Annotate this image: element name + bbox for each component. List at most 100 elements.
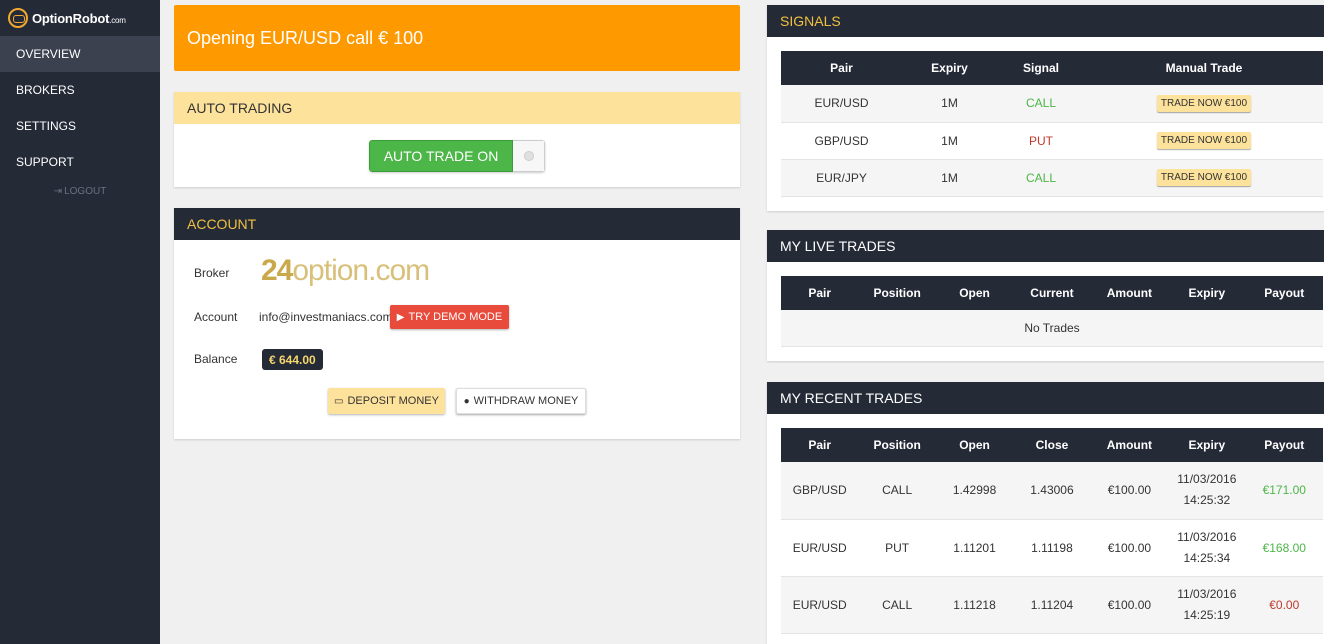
table-row: EUR/USD 1M CALL TRADE NOW €100 — [781, 85, 1323, 123]
deposit-button[interactable]: ▭ DEPOSIT MONEY — [328, 388, 445, 414]
signal-cell: CALL — [997, 159, 1085, 197]
panel-title: AUTO TRADING — [174, 92, 740, 124]
column-header: Current — [1013, 276, 1091, 310]
expiry-cell: 11/03/2016 14:25:34 — [1168, 519, 1246, 577]
sidebar-item-overview[interactable]: OVERVIEW — [0, 36, 160, 72]
trade-now-button[interactable]: TRADE NOW €100 — [1156, 132, 1252, 149]
logout-label: LOGOUT — [64, 186, 107, 197]
open-cell: 1.11218 — [935, 576, 1014, 634]
amount-cell: €100.00 — [1090, 519, 1169, 577]
payout-cell: €168.00 — [1245, 519, 1323, 577]
broker-logo: 24option.com — [261, 254, 430, 287]
amount-cell: €100.00 — [1090, 462, 1169, 520]
withdraw-button[interactable]: ● WITHDRAW MONEY — [456, 388, 586, 414]
table-header-row: Pair Expiry Signal Manual Trade — [781, 51, 1323, 85]
table-row: EUR/USD CALL 1.11218 1.11204 €100.00 11/… — [781, 576, 1323, 634]
expiry-cell: 1M — [902, 85, 997, 123]
toggle-knob — [513, 140, 545, 172]
logout-icon: ⇥ — [53, 186, 63, 197]
close-cell: 1.11204 — [1013, 576, 1091, 634]
amount-cell: €100.00 — [1090, 576, 1169, 634]
sidebar-item-brokers[interactable]: BROKERS — [0, 72, 160, 108]
table-row: No Trades — [781, 310, 1323, 347]
payout-cell: €171.00 — [1245, 462, 1323, 520]
opening-notice: Opening EUR/USD call € 100 — [174, 5, 740, 71]
expiry-cell: 1M — [902, 122, 997, 160]
expiry-cell: 11/03/2016 14:25:19 — [1168, 576, 1246, 634]
payout-cell: €0.00 — [1245, 576, 1323, 634]
close-cell: 1.11198 — [1013, 519, 1091, 577]
table-row: GBP/USD CALL 1.42998 1.43006 €100.00 11/… — [781, 462, 1323, 520]
column-header: Amount — [1090, 276, 1169, 310]
pair-cell: EUR/USD — [781, 519, 859, 577]
sidebar-item-support[interactable]: SUPPORT — [0, 144, 160, 180]
column-header: Pair — [781, 276, 859, 310]
try-demo-button[interactable]: ▶ TRY DEMO MODE — [390, 305, 509, 329]
pair-cell: GBP/USD — [781, 122, 902, 160]
play-icon: ▶ — [396, 311, 405, 323]
signals-table: Pair Expiry Signal Manual Trade EUR/USD … — [781, 51, 1323, 197]
panel-title: MY RECENT TRADES — [767, 382, 1324, 414]
open-cell: 1.42998 — [935, 462, 1014, 520]
column-header: Pair — [781, 51, 902, 85]
app-logo[interactable]: OptionRobot.com — [0, 0, 160, 36]
account-panel: ACCOUNT Broker 24option.com Account info… — [174, 208, 740, 439]
table-row: EUR/USD PUT 1.11201 1.11198 €100.00 11/0… — [781, 519, 1323, 577]
pair-cell: EUR/USD — [781, 85, 902, 123]
logo-text: OptionRobot — [32, 10, 110, 26]
recent-trades-table: Pair Position Open Close Amount Expiry P… — [781, 428, 1323, 634]
column-header: Amount — [1090, 428, 1169, 462]
column-header: Expiry — [1168, 428, 1246, 462]
pair-cell: GBP/USD — [781, 462, 859, 520]
piggy-bank-icon: ● — [463, 395, 470, 407]
table-header-row: Pair Position Open Close Amount Expiry P… — [781, 428, 1323, 462]
robot-icon — [8, 8, 28, 28]
expiry-cell: 11/03/2016 14:25:32 — [1168, 462, 1246, 520]
position-cell: CALL — [858, 576, 936, 634]
recent-trades-panel: MY RECENT TRADES Pair Position Open Clos… — [767, 382, 1324, 644]
credit-card-icon: ▭ — [334, 395, 344, 407]
trade-now-button[interactable]: TRADE NOW €100 — [1156, 94, 1252, 112]
position-cell: PUT — [858, 519, 936, 577]
broker-label: Broker — [194, 266, 230, 280]
logout-link[interactable]: ⇥ LOGOUT — [0, 180, 160, 197]
pair-cell: EUR/USD — [781, 576, 859, 634]
column-header: Signal — [997, 51, 1085, 85]
column-header: Expiry — [902, 51, 997, 85]
column-header: Position — [858, 428, 936, 462]
signal-cell: CALL — [997, 85, 1085, 123]
close-cell: 1.43006 — [1013, 462, 1091, 520]
sidebar-item-label: SETTINGS — [16, 119, 77, 133]
auto-trade-toggle[interactable]: AUTO TRADE ON — [369, 140, 545, 172]
open-cell: 1.11201 — [935, 519, 1014, 577]
column-header: Open — [935, 428, 1014, 462]
trade-now-button[interactable]: TRADE NOW €100 — [1156, 169, 1252, 186]
live-trades-panel: MY LIVE TRADES Pair Position Open Curren… — [767, 230, 1324, 361]
column-header: Payout — [1245, 276, 1323, 310]
auto-trading-panel: AUTO TRADING AUTO TRADE ON — [174, 92, 740, 187]
sidebar: OptionRobot.com OVERVIEW BROKERS SETTING… — [0, 0, 160, 644]
sidebar-item-label: SUPPORT — [16, 155, 74, 169]
panel-title: SIGNALS — [767, 5, 1324, 37]
no-trades-message: No Trades — [781, 310, 1323, 347]
sidebar-item-label: BROKERS — [16, 83, 75, 97]
account-label: Account — [194, 310, 238, 324]
panel-title: MY LIVE TRADES — [767, 230, 1324, 262]
expiry-cell: 1M — [902, 159, 997, 197]
signals-panel: SIGNALS Pair Expiry Signal Manual Trade … — [767, 5, 1324, 211]
column-header: Position — [858, 276, 936, 310]
column-header: Pair — [781, 428, 859, 462]
column-header: Open — [935, 276, 1014, 310]
sidebar-item-settings[interactable]: SETTINGS — [0, 108, 160, 144]
panel-title: ACCOUNT — [174, 208, 740, 240]
pair-cell: EUR/JPY — [781, 159, 902, 197]
logo-suffix: .com — [109, 15, 126, 25]
toggle-label: AUTO TRADE ON — [369, 140, 513, 172]
column-header: Close — [1013, 428, 1091, 462]
table-row: GBP/USD 1M PUT TRADE NOW €100 — [781, 122, 1323, 160]
column-header: Manual Trade — [1085, 51, 1323, 85]
sidebar-item-label: OVERVIEW — [16, 47, 81, 61]
column-header: Expiry — [1168, 276, 1246, 310]
account-email: info@investmaniacs.com — [259, 310, 393, 324]
balance-badge: € 644.00 — [262, 349, 323, 370]
